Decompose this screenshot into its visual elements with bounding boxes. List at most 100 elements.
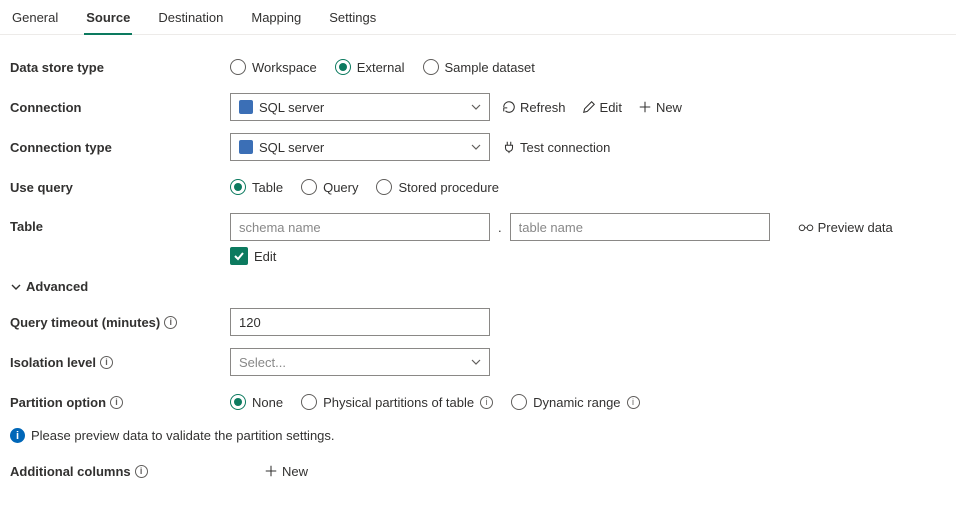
info-icon[interactable]: i bbox=[627, 396, 640, 409]
radio-icon bbox=[301, 179, 317, 195]
row-data-store-type: Data store type Workspace External Sampl… bbox=[10, 53, 946, 81]
label-isolation-level: Isolation level i bbox=[10, 355, 230, 370]
radio-sample-dataset[interactable]: Sample dataset bbox=[423, 59, 535, 75]
plus-icon bbox=[264, 464, 278, 478]
pencil-icon bbox=[582, 100, 596, 114]
radio-icon bbox=[230, 394, 246, 410]
connection-select[interactable]: SQL server bbox=[230, 93, 490, 121]
label-data-store-type: Data store type bbox=[10, 60, 230, 75]
form-area: Data store type Workspace External Sampl… bbox=[0, 35, 956, 507]
radio-label: Table bbox=[252, 180, 283, 195]
radio-icon bbox=[511, 394, 527, 410]
table-separator: . bbox=[496, 220, 504, 235]
plus-icon bbox=[638, 100, 652, 114]
radio-label: External bbox=[357, 60, 405, 75]
info-icon[interactable]: i bbox=[100, 356, 113, 369]
tab-general[interactable]: General bbox=[10, 6, 60, 34]
advanced-label: Advanced bbox=[26, 279, 88, 294]
schema-input[interactable] bbox=[230, 213, 490, 241]
label-connection: Connection bbox=[10, 100, 230, 115]
radio-icon bbox=[301, 394, 317, 410]
label-partition-option: Partition option i bbox=[10, 395, 230, 410]
refresh-label: Refresh bbox=[520, 100, 566, 115]
chevron-down-icon bbox=[471, 102, 481, 112]
test-connection-button[interactable]: Test connection bbox=[498, 138, 614, 157]
sqlserver-icon bbox=[239, 140, 253, 154]
edit-label: Edit bbox=[600, 100, 622, 115]
radio-label: Query bbox=[323, 180, 358, 195]
advanced-toggle[interactable]: Advanced bbox=[10, 279, 946, 294]
radio-workspace[interactable]: Workspace bbox=[230, 59, 317, 75]
radio-icon bbox=[230, 59, 246, 75]
radio-label: Physical partitions of table bbox=[323, 395, 474, 410]
plug-icon bbox=[502, 140, 516, 154]
tab-source[interactable]: Source bbox=[84, 6, 132, 35]
connection-select-value: SQL server bbox=[259, 100, 324, 115]
info-icon[interactable]: i bbox=[110, 396, 123, 409]
glasses-icon bbox=[798, 221, 814, 233]
edit-checkbox[interactable] bbox=[230, 247, 248, 265]
radio-label: None bbox=[252, 395, 283, 410]
row-query-timeout: Query timeout (minutes) i bbox=[10, 308, 946, 336]
chevron-down-icon bbox=[10, 281, 22, 293]
isolation-placeholder: Select... bbox=[239, 355, 286, 370]
row-use-query: Use query Table Query Stored procedure bbox=[10, 173, 946, 201]
row-connection-type: Connection type SQL server Test connecti… bbox=[10, 133, 946, 161]
label-additional-columns: Additional columns i bbox=[10, 464, 230, 479]
info-text: Please preview data to validate the part… bbox=[31, 428, 335, 443]
edit-checkbox-label: Edit bbox=[254, 249, 276, 264]
label-text: Partition option bbox=[10, 395, 106, 410]
row-additional-columns: Additional columns i New bbox=[10, 457, 946, 485]
info-icon[interactable]: i bbox=[164, 316, 177, 329]
row-connection: Connection SQL server Refresh Edit New bbox=[10, 93, 946, 121]
radio-icon bbox=[230, 179, 246, 195]
radio-label: Workspace bbox=[252, 60, 317, 75]
add-column-button[interactable]: New bbox=[260, 462, 312, 481]
sqlserver-icon bbox=[239, 100, 253, 114]
refresh-icon bbox=[502, 100, 516, 114]
radio-label: Stored procedure bbox=[398, 180, 498, 195]
label-text: Query timeout (minutes) bbox=[10, 315, 160, 330]
chevron-down-icon bbox=[471, 357, 481, 367]
preview-data-button[interactable]: Preview data bbox=[794, 218, 897, 237]
radio-label: Sample dataset bbox=[445, 60, 535, 75]
radio-query[interactable]: Query bbox=[301, 179, 358, 195]
edit-button[interactable]: Edit bbox=[578, 98, 626, 117]
tabs-bar: General Source Destination Mapping Setti… bbox=[0, 0, 956, 35]
label-text: Additional columns bbox=[10, 464, 131, 479]
info-icon: i bbox=[10, 428, 25, 443]
row-partition-option: Partition option i None Physical partiti… bbox=[10, 388, 946, 416]
query-timeout-input[interactable] bbox=[230, 308, 490, 336]
radio-partition-dynamic[interactable]: Dynamic range i bbox=[511, 394, 639, 410]
label-use-query: Use query bbox=[10, 180, 230, 195]
radio-partition-physical[interactable]: Physical partitions of table i bbox=[301, 394, 493, 410]
connection-type-select[interactable]: SQL server bbox=[230, 133, 490, 161]
label-connection-type: Connection type bbox=[10, 140, 230, 155]
new-button[interactable]: New bbox=[634, 98, 686, 117]
radio-icon bbox=[423, 59, 439, 75]
info-icon[interactable]: i bbox=[480, 396, 493, 409]
radio-label: Dynamic range bbox=[533, 395, 620, 410]
radio-partition-none[interactable]: None bbox=[230, 394, 283, 410]
tab-settings[interactable]: Settings bbox=[327, 6, 378, 34]
info-icon[interactable]: i bbox=[135, 465, 148, 478]
radio-stored-procedure[interactable]: Stored procedure bbox=[376, 179, 498, 195]
tab-destination[interactable]: Destination bbox=[156, 6, 225, 34]
radio-table[interactable]: Table bbox=[230, 179, 283, 195]
tab-mapping[interactable]: Mapping bbox=[249, 6, 303, 34]
isolation-level-select[interactable]: Select... bbox=[230, 348, 490, 376]
radio-external[interactable]: External bbox=[335, 59, 405, 75]
connection-type-value: SQL server bbox=[259, 140, 324, 155]
add-column-label: New bbox=[282, 464, 308, 479]
refresh-button[interactable]: Refresh bbox=[498, 98, 570, 117]
row-table: Table . Preview data Edit bbox=[10, 213, 946, 265]
new-label: New bbox=[656, 100, 682, 115]
radio-icon bbox=[335, 59, 351, 75]
label-table: Table bbox=[10, 213, 230, 234]
test-connection-label: Test connection bbox=[520, 140, 610, 155]
chevron-down-icon bbox=[471, 142, 481, 152]
preview-data-label: Preview data bbox=[818, 220, 893, 235]
table-name-input[interactable] bbox=[510, 213, 770, 241]
radio-icon bbox=[376, 179, 392, 195]
partition-info-message: i Please preview data to validate the pa… bbox=[10, 428, 946, 443]
